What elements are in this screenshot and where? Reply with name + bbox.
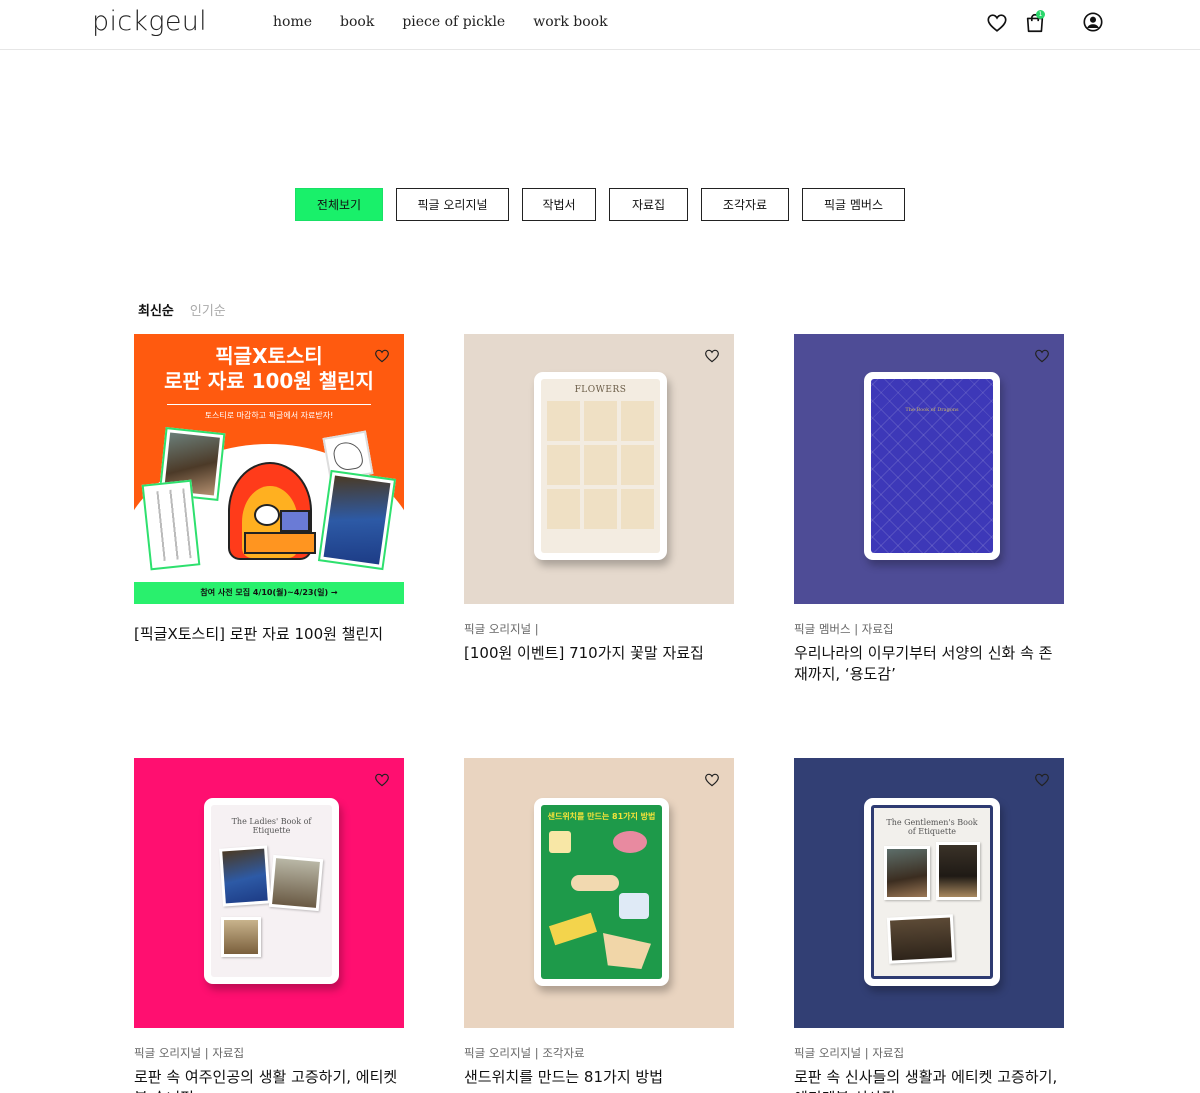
nav-piece-of-pickle[interactable]: piece of pickle [402,14,505,30]
sandwich-illustration [603,933,651,969]
laptop-screen [280,510,310,532]
product-thumbnail[interactable]: The Gentlemen's Book of Etiquette [794,758,1064,1028]
tablet-mockup: The Gentlemen's Book of Etiquette [864,798,1000,986]
portrait-photo [936,842,980,900]
portrait-photo [219,845,271,907]
drink-illustration [549,831,571,853]
desk [244,532,316,554]
painting-photo [884,846,930,900]
roll-cake-illustration [613,831,647,853]
site-logo[interactable]: pickgeul [92,6,207,37]
banner-divider [167,404,371,405]
product-thumbnail[interactable]: The Book of Dragons [794,334,1064,604]
filter-writing-guide[interactable]: 작법서 [522,188,596,221]
sort-options: 최신순 인기순 [138,300,226,319]
product-card[interactable]: The Book of Dragons 픽글 멤버스 | 자료집 우리나라의 이… [794,334,1064,685]
tablet-screen: FLOWERS [541,379,660,553]
banner-title: 픽글X토스티 로판 자료 100원 챌린지 [134,344,404,394]
banner-line1: 픽글X토스티 [215,344,323,368]
butter-illustration [548,912,598,946]
tablet-mockup: FLOWERS [534,372,667,560]
flower-grid [541,395,660,535]
product-card[interactable]: The Gentlemen's Book of Etiquette 픽글 오리지… [794,758,1064,1093]
jar-illustration [619,893,649,919]
card-title[interactable]: 로판 속 여주인공의 생활 고증하기, 에티켓 북 숙녀편 [134,1067,404,1093]
tablet-screen: 샌드위치를 만드는 81가지 방법 [541,805,662,979]
heart-icon[interactable] [1034,772,1050,788]
card-category: 픽글 오리지널 | [464,622,539,636]
product-card[interactable]: The Ladies' Book of Etiquette 픽글 오리지널 | … [134,758,404,1093]
heart-icon[interactable] [1034,348,1050,364]
filter-all[interactable]: 전체보기 [295,188,383,221]
tablet-screen: The Ladies' Book of Etiquette [211,805,332,977]
tablet-mockup: The Book of Dragons [864,372,1000,560]
heart-icon[interactable] [986,12,1008,34]
banner-footer: 참여 사전 모집 4/10(월)~4/23(일) → [134,582,404,604]
cover-title: The Ladies' Book of Etiquette [231,817,312,835]
product-card[interactable]: 샌드위치를 만드는 81가지 방법 픽글 오리지널 | 조각자료 샌드위치를 만… [464,758,734,1088]
card-title[interactable]: 로판 속 신사들의 생활과 에티켓 고증하기, 에티켓북 신사편 [794,1067,1064,1093]
site-header: pickgeul home book piece of pickle work … [0,0,1200,50]
card-title[interactable]: [픽글X토스티] 로판 자료 100원 챌린지 [134,624,404,645]
filter-collection[interactable]: 자료집 [609,188,688,221]
tablet-screen: The Gentlemen's Book of Etiquette [871,805,993,979]
user-icon[interactable] [1082,11,1104,33]
heart-icon[interactable] [374,772,390,788]
sort-popular[interactable]: 인기순 [190,300,226,319]
product-thumbnail[interactable]: The Ladies' Book of Etiquette [134,758,404,1028]
card-title[interactable]: 우리나라의 이무기부터 서양의 신화 속 존재까지, ‘용도감’ [794,643,1064,685]
cart-icon[interactable]: 1 [1024,10,1046,34]
cart-count-badge: 1 [1036,10,1045,19]
product-card[interactable]: FLOWERS 픽글 오리지널 | [100원 이벤트] 710가지 꽃말 자료… [464,334,734,664]
card-title[interactable]: 샌드위치를 만드는 81가지 방법 [464,1067,734,1088]
cover-title: FLOWERS [574,385,627,395]
tablet-mockup: The Ladies' Book of Etiquette [204,798,339,984]
product-card[interactable]: 픽글X토스티 로판 자료 100원 챌린지 토스티로 마감하고 픽글에서 자료받… [134,334,404,645]
bread-illustration [571,875,619,891]
product-thumbnail[interactable]: 픽글X토스티 로판 자료 100원 챌린지 토스티로 마감하고 픽글에서 자료받… [134,334,404,604]
group-photo [886,914,956,964]
heart-icon[interactable] [704,772,720,788]
banner-subtitle: 토스티로 마감하고 픽글에서 자료받자! [204,411,334,420]
cover-title: The Book of Dragons [905,407,959,413]
main-nav: home book piece of pickle work book [273,14,608,30]
nav-work-book[interactable]: work book [533,14,607,30]
nav-book[interactable]: book [340,14,374,30]
tablet-screen: The Book of Dragons [871,379,993,553]
filter-members[interactable]: 픽글 멤버스 [802,188,905,221]
character-head [254,504,280,526]
painting-frame-blue [317,469,397,571]
filter-pieces[interactable]: 조각자료 [701,188,789,221]
tablet-mockup: 샌드위치를 만드는 81가지 방법 [534,798,669,986]
small-photo [221,917,261,957]
card-category: 픽글 오리지널 | 자료집 [134,1046,245,1060]
sketch-sheet [141,479,201,571]
filter-pickgeul-original[interactable]: 픽글 오리지널 [396,188,509,221]
landscape-photo [268,854,324,912]
card-category: 픽글 멤버스 | 자료집 [794,622,894,636]
cover-title: The Gentlemen's Book of Etiquette [886,818,978,836]
card-category: 픽글 오리지널 | 조각자료 [464,1046,585,1060]
product-thumbnail[interactable]: 샌드위치를 만드는 81가지 방법 [464,758,734,1028]
cover-title: 샌드위치를 만드는 81가지 방법 [547,812,656,821]
banner-line2: 로판 자료 100원 챌린지 [164,369,374,393]
heart-icon[interactable] [374,348,390,364]
product-thumbnail[interactable]: FLOWERS [464,334,734,604]
sort-latest[interactable]: 최신순 [138,300,174,319]
category-filters: 전체보기 픽글 오리지널 작법서 자료집 조각자료 픽글 멤버스 [295,188,905,221]
card-category: 픽글 오리지널 | 자료집 [794,1046,905,1060]
heart-icon[interactable] [704,348,720,364]
card-title[interactable]: [100원 이벤트] 710가지 꽃말 자료집 [464,643,734,664]
nav-home[interactable]: home [273,14,312,30]
